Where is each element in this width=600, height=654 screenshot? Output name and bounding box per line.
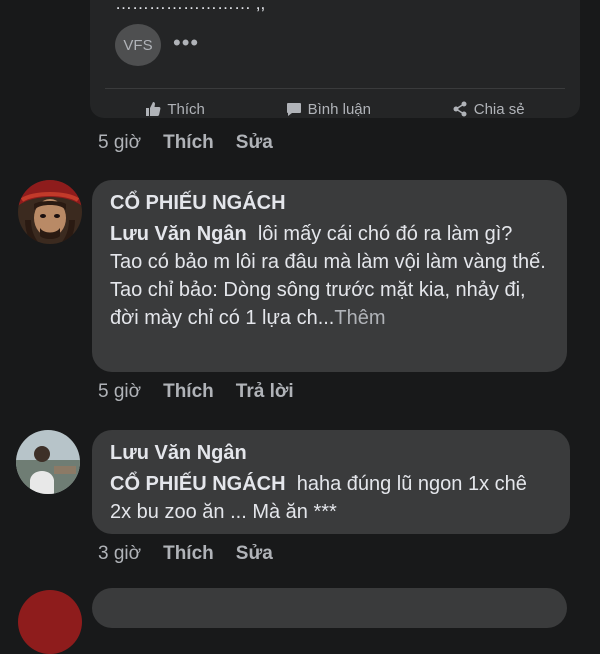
divider [105, 88, 565, 89]
comment-meta-row: 5 giờ Thích Trả lời [98, 381, 294, 403]
timestamp: 5 giờ [98, 381, 142, 402]
page-avatar[interactable]: VFS [115, 24, 161, 66]
see-more-link[interactable]: Thêm [334, 307, 385, 329]
share-action-button[interactable]: Chia sẻ [452, 98, 525, 120]
like-link[interactable]: Thích [163, 543, 214, 565]
edit-link[interactable]: Sửa [236, 543, 273, 565]
comment-bubble: CỔ PHIẾU NGÁCH Lưu Văn Ngân lôi mấy cái … [92, 180, 567, 372]
comment-bubble [92, 588, 567, 628]
post-meta-row: 5 giờ Thích Sửa [98, 132, 273, 154]
like-link[interactable]: Thích [163, 381, 214, 403]
comment-author[interactable]: Lưu Văn Ngân [110, 440, 552, 466]
comment-body: CỔ PHIẾU NGÁCH haha đúng lũ ngon 1x chê … [110, 470, 552, 526]
avatar[interactable] [18, 180, 82, 244]
comment-action-label: Bình luận [307, 100, 371, 118]
mention-tag[interactable]: Lưu Văn Ngân [110, 223, 247, 245]
like-action-button[interactable]: Thích [145, 98, 205, 120]
comment-author[interactable]: CỔ PHIẾU NGÁCH [110, 190, 549, 216]
shared-post-text: …………………… ,, [115, 0, 266, 13]
edit-link[interactable]: Sửa [236, 132, 273, 154]
share-action-label: Chia sẻ [473, 100, 525, 118]
comment-action-button[interactable]: Bình luận [286, 98, 371, 120]
post-action-bar: Thích Bình luận Chia sẻ [105, 98, 565, 120]
mention-tag[interactable]: CỔ PHIẾU NGÁCH [110, 473, 286, 495]
comment-body: Lưu Văn Ngân lôi mấy cái chó đó ra làm g… [110, 220, 549, 332]
thumbs-up-icon [146, 102, 161, 116]
like-action-label: Thích [167, 100, 205, 118]
timestamp: 5 giờ [98, 132, 142, 153]
share-icon [453, 101, 467, 117]
comment-meta-row: 3 giờ Thích Sửa [98, 543, 273, 565]
comment-bubble: Lưu Văn Ngân CỔ PHIẾU NGÁCH haha đúng lũ… [92, 430, 570, 534]
more-options-icon[interactable]: ••• [173, 30, 199, 56]
like-link[interactable]: Thích [163, 132, 214, 154]
user-photo-avatar-icon [16, 430, 80, 494]
avatar[interactable] [16, 430, 80, 494]
pirate-avatar-icon [18, 180, 82, 244]
reply-link[interactable]: Trả lời [236, 381, 294, 403]
timestamp: 3 giờ [98, 543, 142, 564]
comment-icon [286, 103, 301, 116]
